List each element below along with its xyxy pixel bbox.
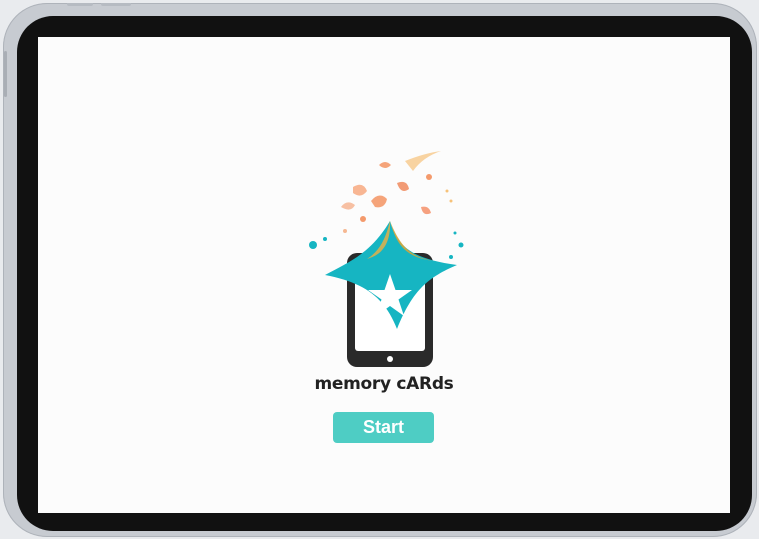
splash-streak [405, 151, 441, 171]
splash-dot [323, 237, 327, 241]
splash-petal [397, 181, 409, 191]
splash-dot [343, 229, 347, 233]
splash-petal [371, 195, 387, 208]
splash-petal [353, 184, 367, 196]
app-title: memory cARds [314, 374, 454, 394]
splash-petal [379, 162, 391, 168]
side-hardware-button [4, 51, 7, 97]
splash-dot [309, 241, 317, 249]
start-button[interactable]: Start [333, 412, 434, 443]
star-shape [325, 221, 457, 329]
splash-dot [453, 231, 457, 235]
splash-dot [449, 199, 453, 203]
tablet-frame: memory cARds Start [3, 3, 757, 537]
hardware-button [67, 3, 93, 6]
hardware-button [101, 3, 131, 6]
app-logo [309, 151, 464, 367]
phone-star-splash-icon [309, 151, 464, 367]
app-screen: memory cARds Start [38, 37, 730, 513]
splash-dot [445, 189, 449, 193]
phone-home-button [387, 356, 393, 362]
splash-dot [426, 174, 432, 180]
top-hardware-buttons [67, 3, 135, 7]
splash-dot [449, 255, 453, 259]
splash-dot [360, 216, 366, 222]
splash-dot [458, 242, 464, 248]
splash-petal [341, 202, 355, 210]
splash-petal [421, 206, 431, 215]
